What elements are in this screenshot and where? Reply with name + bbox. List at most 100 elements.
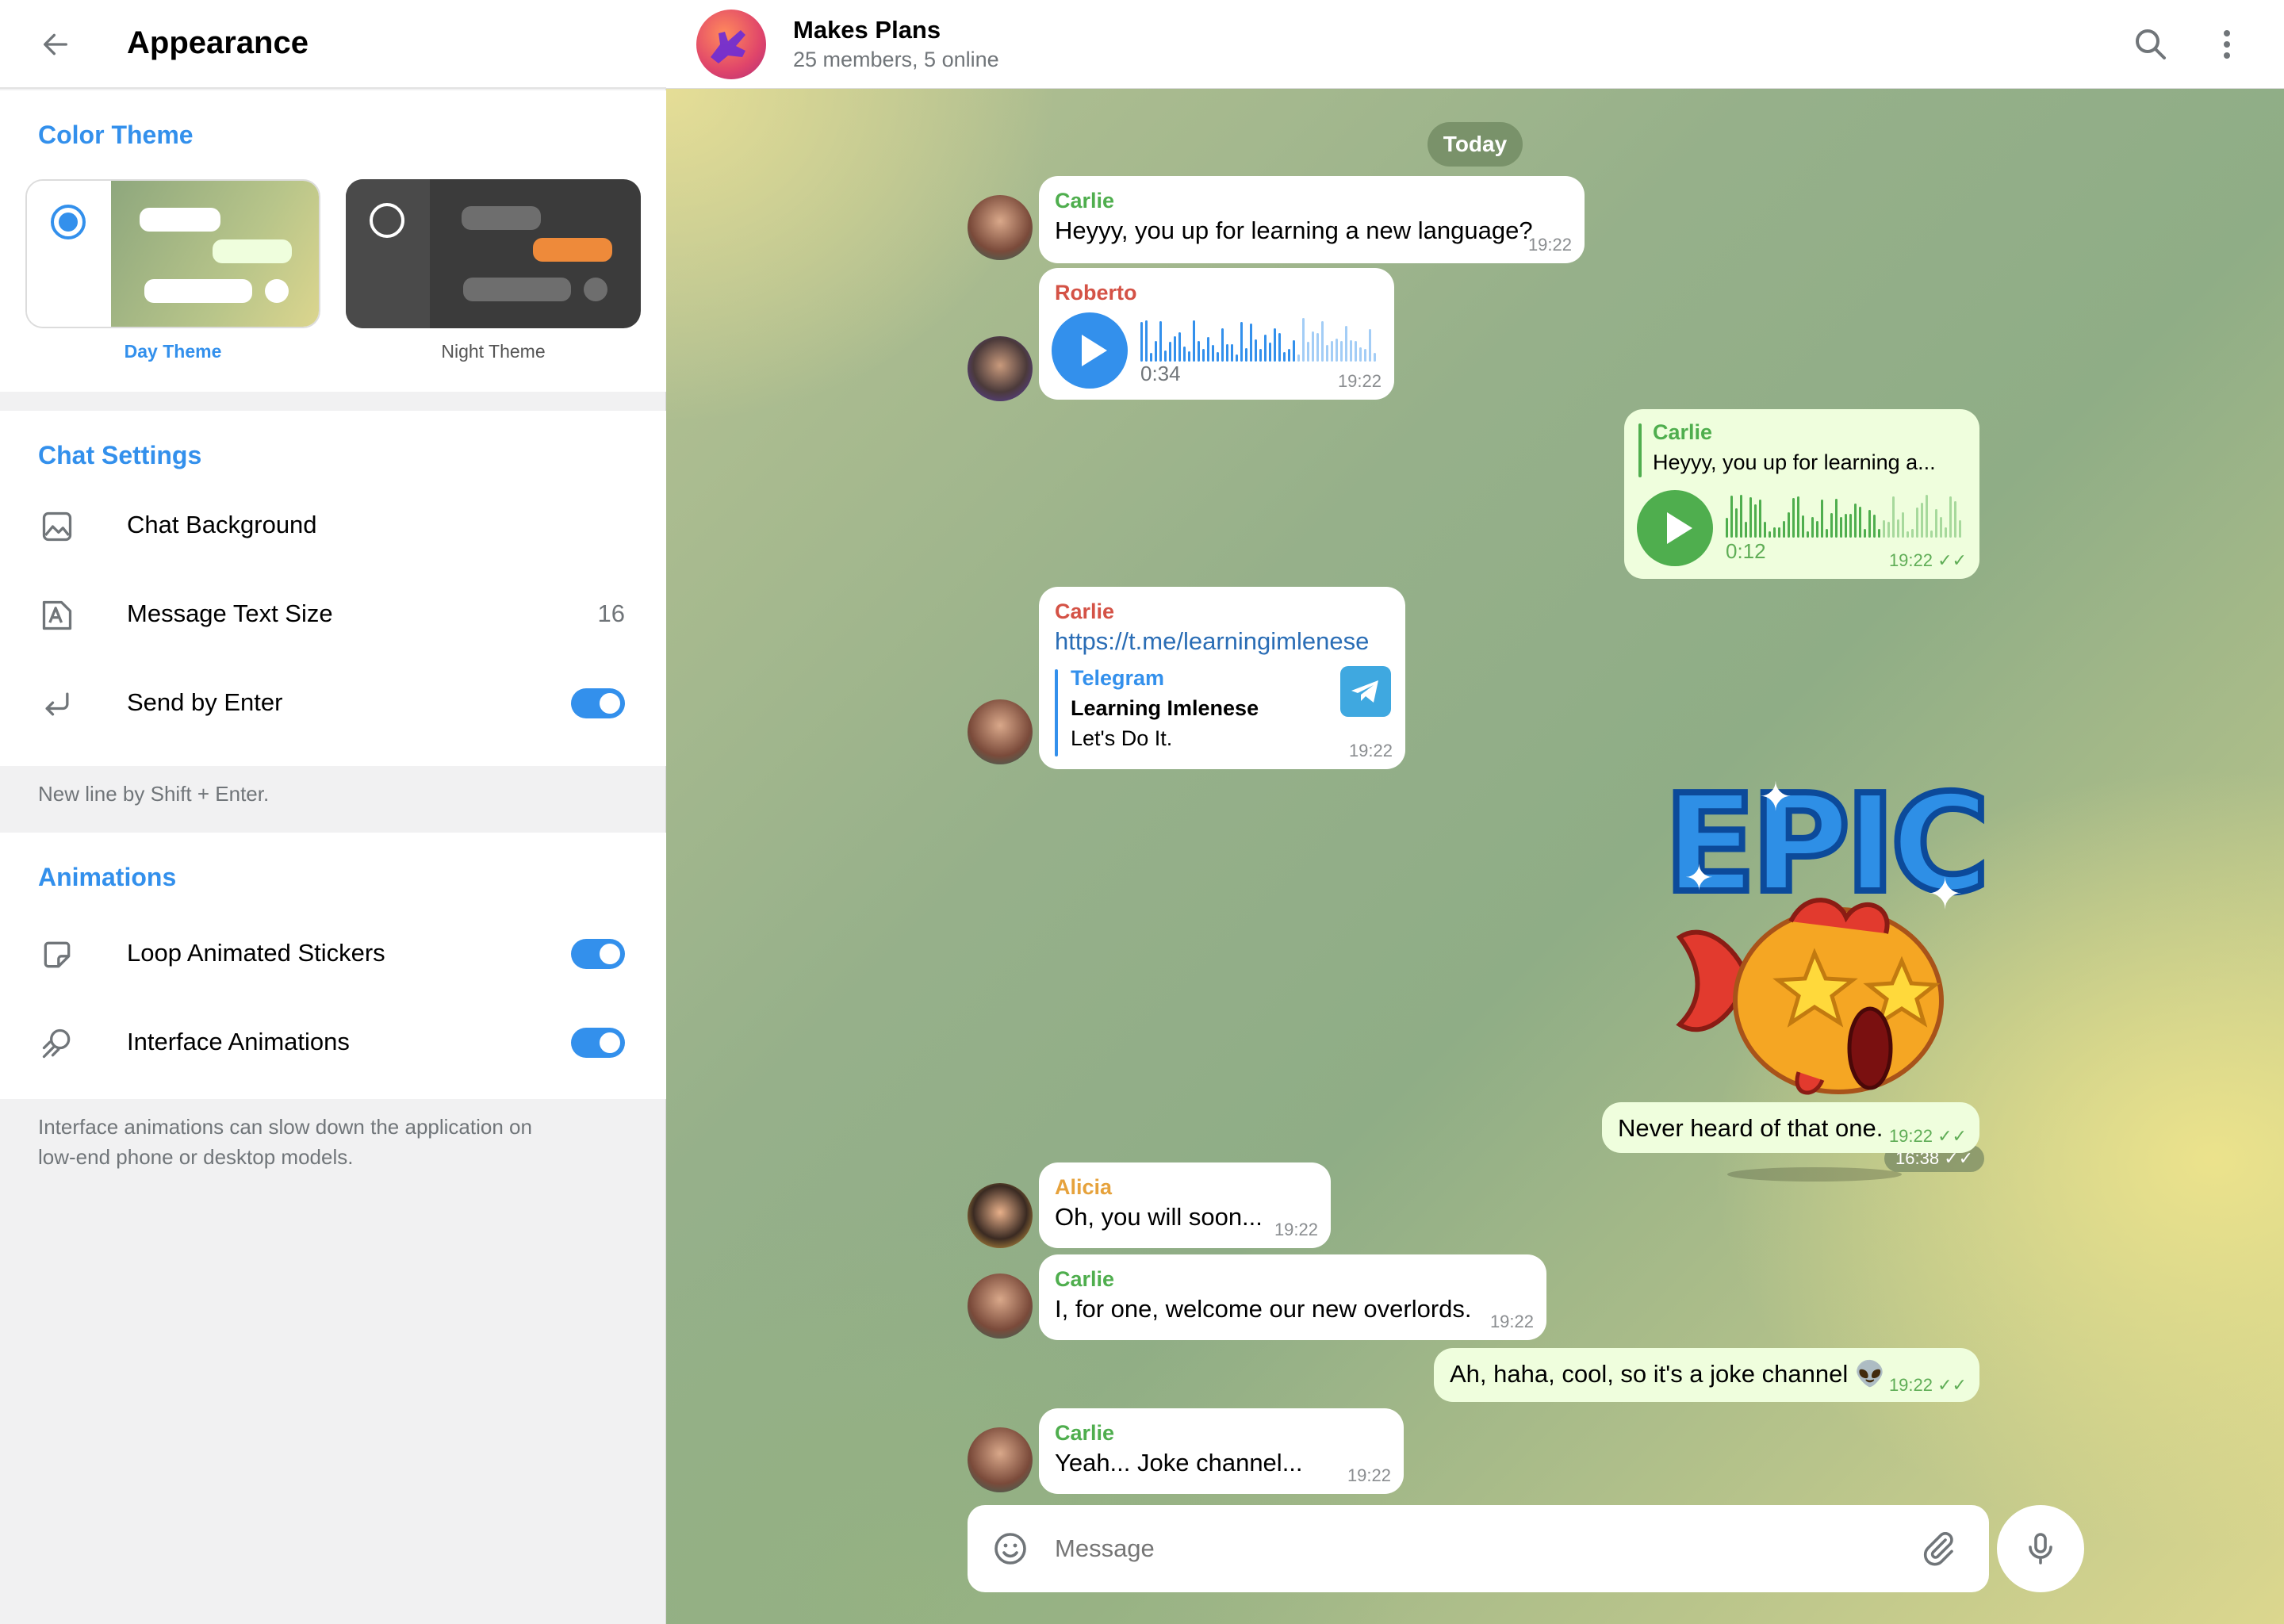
sticker-icon bbox=[44, 941, 71, 968]
voice-message-bubble[interactable]: Roberto 0:34 19:22 bbox=[1039, 268, 1394, 400]
message-text: Heyyy, you up for learning a new languag… bbox=[1055, 216, 1533, 244]
outgoing-message-bubble[interactable]: Never heard of that one. 19:22 ✓✓ bbox=[1602, 1102, 1979, 1153]
night-theme-label: Night Theme bbox=[441, 341, 546, 362]
message-time: 19:22 bbox=[1274, 1220, 1318, 1239]
double-check-icon: ✓✓ bbox=[1937, 1126, 1967, 1146]
loop-animated-stickers-label: Loop Animated Stickers bbox=[127, 939, 385, 967]
back-arrow-icon[interactable] bbox=[40, 29, 71, 60]
time-text: 19:22 bbox=[1888, 1126, 1933, 1146]
sender-name: Carlie bbox=[1055, 599, 1115, 623]
message-text: I, for one, welcome our new overlords. bbox=[1055, 1295, 1472, 1323]
interface-animations-label: Interface Animations bbox=[127, 1028, 350, 1055]
star-sparkle-icon: ✦ bbox=[1759, 775, 1792, 819]
waveform bbox=[1726, 495, 1961, 538]
message-time: 19:22 bbox=[1347, 1465, 1391, 1485]
message-composer bbox=[968, 1505, 1989, 1592]
play-icon bbox=[1667, 512, 1692, 544]
microphone-icon bbox=[2029, 1533, 2052, 1565]
outgoing-message-bubble[interactable]: Ah, haha, cool, so it's a joke channel 👽… bbox=[1434, 1348, 1979, 1402]
time-text: 19:22 bbox=[1888, 1375, 1933, 1395]
message-time: 19:22 bbox=[1527, 235, 1572, 255]
preview-site: Telegram bbox=[1071, 666, 1165, 690]
loop-animated-stickers-row[interactable]: Loop Animated Stickers bbox=[0, 909, 666, 998]
avatar-roberto[interactable] bbox=[968, 336, 1033, 401]
message-time: 19:22 ✓✓ bbox=[1889, 1375, 1967, 1396]
message-bubble[interactable]: Carlie I, for one, welcome our new overl… bbox=[1039, 1254, 1546, 1340]
animation-icon bbox=[42, 1028, 71, 1059]
interface-animations-row[interactable]: Interface Animations bbox=[0, 998, 666, 1086]
radio-unselected-icon bbox=[370, 203, 404, 238]
play-button[interactable] bbox=[1637, 490, 1713, 566]
animations-section: Animations Loop Animated Stickers Interf… bbox=[0, 833, 666, 1099]
avatar-carlie[interactable] bbox=[968, 1274, 1033, 1339]
chat-background-row[interactable]: Chat Background bbox=[0, 481, 666, 569]
send-by-enter-hint: New line by Shift + Enter. bbox=[38, 782, 270, 806]
chat-avatar[interactable] bbox=[696, 10, 766, 79]
sender-name: Carlie bbox=[1055, 189, 1115, 213]
message-bubble[interactable]: Carlie Yeah... Joke channel... 19:22 bbox=[1039, 1408, 1404, 1494]
message-text: Ah, haha, cool, so it's a joke channel 👽 bbox=[1450, 1360, 1886, 1388]
color-theme-section: Color Theme Day Theme Night Theme bbox=[0, 90, 666, 392]
preview-title: Learning Imlenese bbox=[1071, 696, 1259, 720]
message-text: Yeah... Joke channel... bbox=[1055, 1449, 1303, 1477]
message-time: 19:22 bbox=[1348, 741, 1393, 760]
day-theme-card[interactable] bbox=[25, 179, 320, 328]
loop-animated-stickers-toggle[interactable] bbox=[571, 939, 625, 969]
date-separator: Today bbox=[1428, 122, 1523, 167]
emoji-icon[interactable] bbox=[991, 1530, 1029, 1568]
message-text-size-row[interactable]: Message Text Size 16 bbox=[0, 569, 666, 658]
reply-text: Heyyy, you up for learning a... bbox=[1653, 450, 1936, 474]
chat-background-label: Chat Background bbox=[127, 511, 317, 538]
voice-duration: 0:12 bbox=[1726, 539, 1766, 563]
settings-panel: Appearance Color Theme Day Theme Night T… bbox=[0, 0, 666, 1624]
sender-name: Alicia bbox=[1055, 1175, 1113, 1199]
avatar-carlie[interactable] bbox=[968, 699, 1033, 764]
day-theme-label: Day Theme bbox=[124, 341, 222, 362]
section-title-animations: Animations bbox=[38, 863, 177, 891]
send-by-enter-label: Send by Enter bbox=[127, 688, 283, 716]
night-theme-card[interactable] bbox=[346, 179, 641, 328]
chat-settings-section: Chat Settings Chat Background Message Te… bbox=[0, 411, 666, 766]
animations-hint-line1: Interface animations can slow down the a… bbox=[38, 1115, 532, 1139]
waveform bbox=[1140, 318, 1376, 362]
message-time: 19:22 ✓✓ bbox=[1889, 1126, 1967, 1147]
image-icon bbox=[42, 511, 72, 542]
outgoing-voice-bubble[interactable]: Carlie Heyyy, you up for learning a... 0… bbox=[1624, 409, 1979, 579]
send-by-enter-toggle[interactable] bbox=[571, 688, 625, 718]
send-by-enter-row[interactable]: Send by Enter bbox=[0, 658, 666, 747]
message-bubble[interactable]: Alicia Oh, you will soon... 19:22 bbox=[1039, 1162, 1331, 1248]
hand-sign-icon bbox=[711, 30, 745, 63]
message-input[interactable] bbox=[1055, 1525, 1848, 1572]
fish-icon bbox=[1672, 890, 1957, 1104]
chat-header: Makes Plans 25 members, 5 online bbox=[666, 0, 2284, 89]
play-icon bbox=[1082, 335, 1107, 366]
play-button[interactable] bbox=[1052, 312, 1128, 389]
message-link[interactable]: https://t.me/learningimlenese bbox=[1055, 625, 1389, 658]
message-bubble[interactable]: Carlie Heyyy, you up for learning a new … bbox=[1039, 176, 1585, 263]
more-vertical-icon[interactable] bbox=[2208, 25, 2246, 63]
message-text-size-label: Message Text Size bbox=[127, 599, 333, 627]
message-time: 19:22 ✓✓ bbox=[1889, 550, 1967, 571]
enter-key-icon bbox=[45, 692, 69, 716]
chat-background: Today Carlie Heyyy, you up for learning … bbox=[666, 89, 2284, 1624]
avatar-alicia[interactable] bbox=[968, 1183, 1033, 1248]
sender-name: Carlie bbox=[1055, 1267, 1115, 1291]
text-size-icon bbox=[42, 600, 72, 630]
radio-selected-icon bbox=[51, 205, 86, 239]
voice-record-button[interactable] bbox=[1997, 1505, 2084, 1592]
page-title: Appearance bbox=[127, 25, 308, 60]
search-icon[interactable] bbox=[2132, 25, 2170, 63]
interface-animations-toggle[interactable] bbox=[571, 1028, 625, 1058]
animations-hint: Interface animations can slow down the a… bbox=[38, 1112, 532, 1172]
message-text-size-value: 16 bbox=[597, 599, 625, 627]
section-title-color-theme: Color Theme bbox=[38, 121, 194, 149]
avatar-carlie[interactable] bbox=[968, 195, 1033, 260]
avatar-carlie[interactable] bbox=[968, 1427, 1033, 1492]
double-check-icon: ✓✓ bbox=[1937, 1375, 1967, 1395]
chat-title: Makes Plans bbox=[793, 16, 941, 44]
telegram-icon bbox=[1340, 666, 1391, 717]
sender-name: Carlie bbox=[1055, 1421, 1115, 1445]
time-text: 19:22 bbox=[1888, 550, 1933, 570]
paperclip-icon[interactable] bbox=[1919, 1530, 1957, 1568]
link-message-bubble[interactable]: Carlie https://t.me/learningimlenese Tel… bbox=[1039, 587, 1405, 769]
